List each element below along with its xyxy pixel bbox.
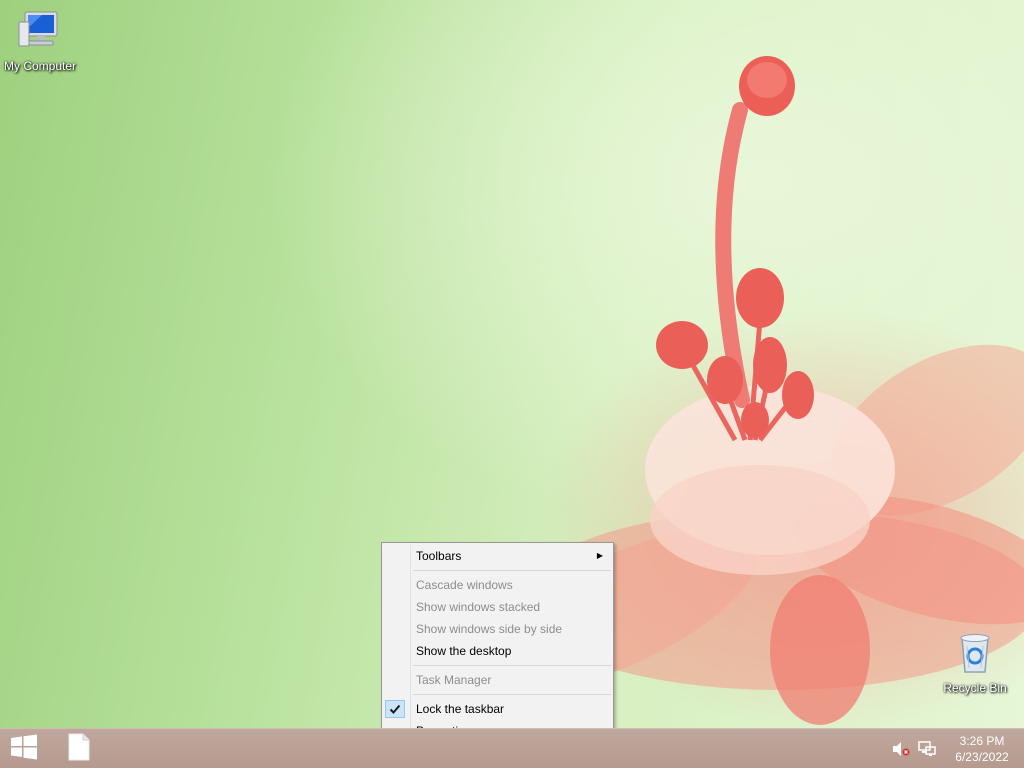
taskbar[interactable]: 3:26 PM 6/23/2022 (0, 728, 1024, 768)
desktop-icon-my-computer[interactable]: My Computer (0, 10, 80, 73)
desktop-icon-recycle-bin[interactable]: Recycle Bin (935, 632, 1015, 695)
clock-date: 6/23/2022 (955, 750, 1009, 764)
menu-item-show-windows-stacked[interactable]: Show windows stacked (382, 596, 613, 618)
submenu-arrow-icon: ▶ (596, 551, 603, 560)
system-tray: 3:26 PM 6/23/2022 (890, 729, 1024, 769)
menu-item-label: Show the desktop (416, 644, 512, 658)
taskbar-clock[interactable]: 3:26 PM 6/23/2022 (942, 733, 1022, 765)
menu-item-lock-the-taskbar[interactable]: Lock the taskbar (382, 698, 613, 720)
speaker-muted-icon[interactable] (890, 738, 912, 760)
windows-logo-icon (10, 734, 38, 765)
menu-item-show-the-desktop[interactable]: Show the desktop (382, 640, 613, 662)
menu-item-label: Toolbars (416, 549, 462, 563)
menu-separator (413, 570, 611, 571)
menu-item-label: Show windows side by side (416, 622, 563, 636)
menu-item-toolbars[interactable]: Toolbars ▶ (382, 545, 613, 567)
menu-item-task-manager[interactable]: Task Manager (382, 669, 613, 691)
taskbar-context-menu: Toolbars ▶ Cascade windows Show windows … (381, 542, 614, 745)
menu-separator (413, 665, 611, 666)
menu-item-label: Task Manager (416, 673, 492, 687)
computer-icon (0, 10, 80, 57)
menu-item-show-windows-side-by-side[interactable]: Show windows side by side (382, 618, 613, 640)
desktop-icon-label: Recycle Bin (943, 681, 1007, 695)
taskbar-pinned-file-button[interactable] (62, 733, 96, 765)
blank-file-icon (67, 733, 91, 766)
menu-separator (413, 694, 611, 695)
menu-item-label: Show windows stacked (416, 600, 541, 614)
desktop-icon-label: My Computer (3, 59, 77, 73)
recycle-bin-icon (935, 632, 1015, 679)
checkmark-icon (385, 700, 405, 718)
clock-time: 3:26 PM (959, 734, 1005, 748)
network-icon[interactable] (916, 738, 938, 760)
menu-item-label: Cascade windows (416, 578, 513, 592)
start-button[interactable] (6, 734, 42, 764)
menu-item-cascade-windows[interactable]: Cascade windows (382, 574, 613, 596)
menu-item-label: Lock the taskbar (416, 702, 505, 716)
